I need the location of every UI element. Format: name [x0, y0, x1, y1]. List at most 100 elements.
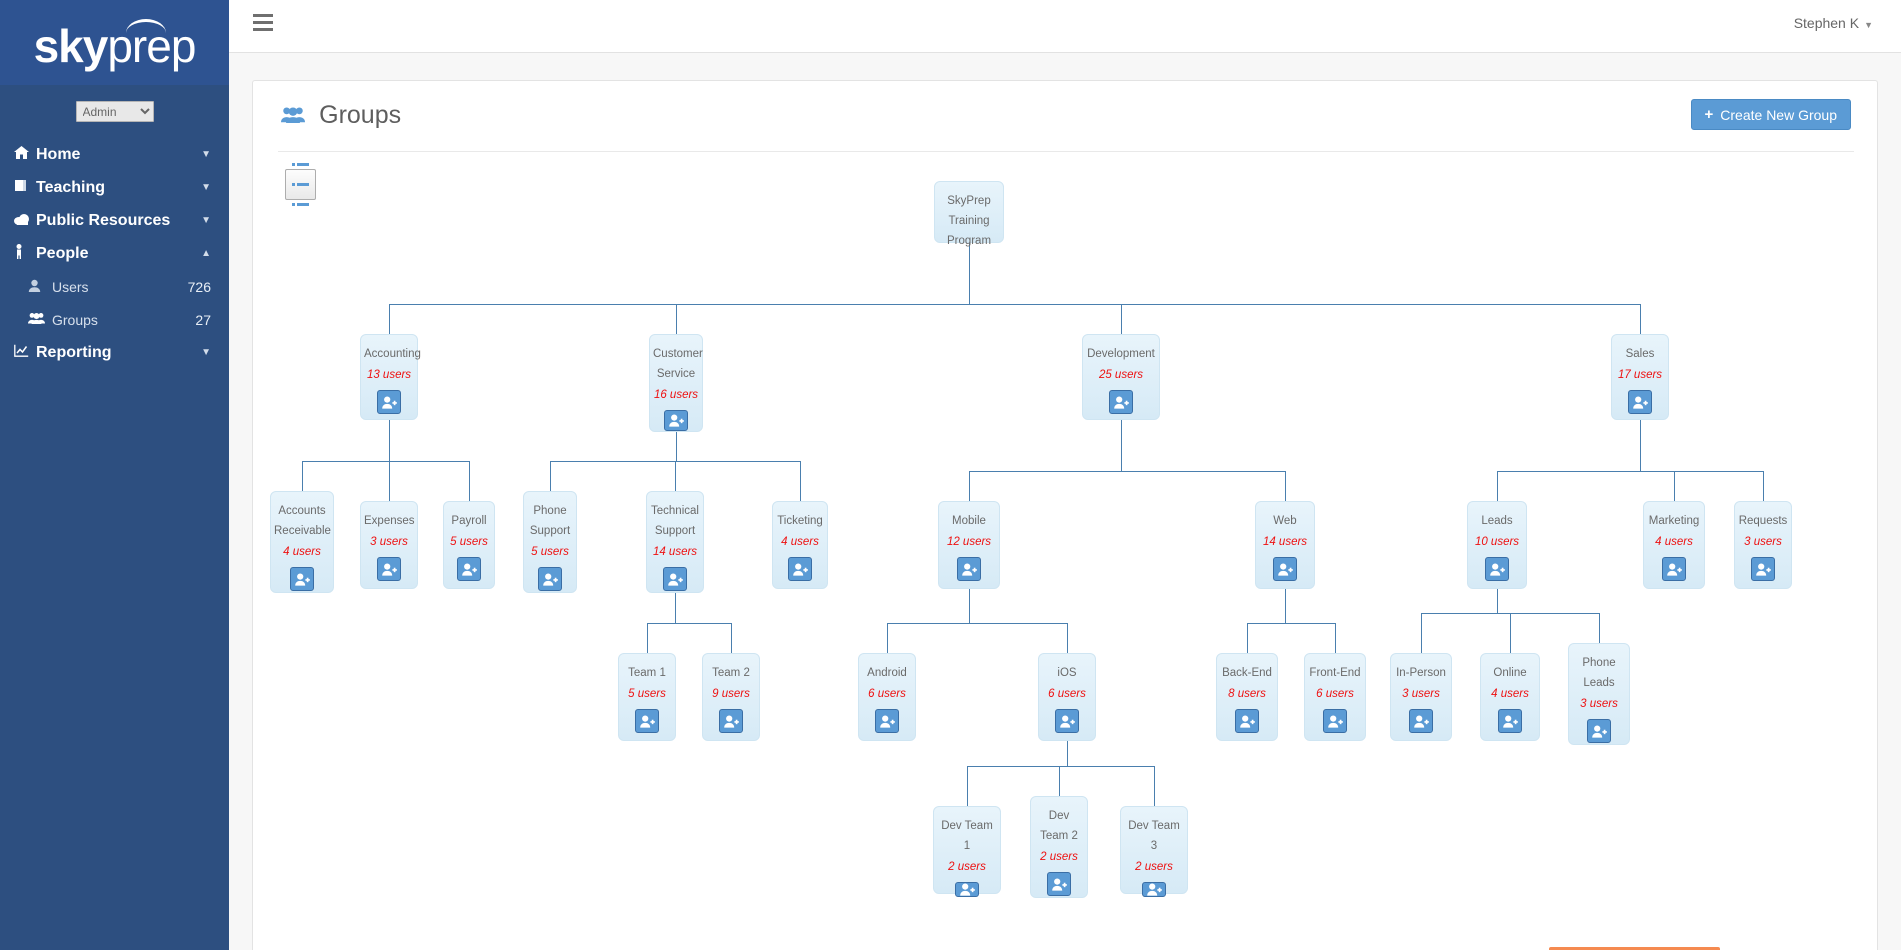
group-node[interactable]: SkyPrep Training Program — [934, 181, 1004, 247]
connector-line — [389, 461, 390, 501]
user-menu[interactable]: Stephen K ▼ — [1794, 15, 1873, 31]
group-node[interactable]: Dev Team 3 2 users — [1120, 806, 1188, 897]
add-user-icon[interactable] — [1109, 390, 1133, 414]
connector-line — [731, 623, 732, 653]
group-node[interactable]: Customer Service 16 users — [649, 334, 703, 432]
group-node[interactable]: Team 2 9 users — [702, 653, 760, 741]
add-user-icon[interactable] — [719, 709, 743, 733]
group-node[interactable]: Web 14 users — [1255, 501, 1315, 589]
group-node[interactable]: Ticketing 4 users — [772, 501, 828, 589]
sidebar-item-groups[interactable]: Groups 27 — [0, 303, 229, 336]
group-node[interactable]: Online 4 users — [1480, 653, 1540, 741]
group-node-name: Accounting — [364, 348, 421, 360]
group-node-name: Online — [1493, 667, 1527, 679]
group-node[interactable]: Phone Support 5 users — [523, 491, 577, 593]
connector-line — [1497, 471, 1763, 472]
group-node-user-count: 2 users — [948, 861, 986, 873]
add-user-icon[interactable] — [1485, 557, 1509, 581]
add-user-icon[interactable] — [538, 567, 562, 591]
user-icon — [28, 279, 52, 295]
logo-sky-text: sky — [33, 19, 109, 72]
group-node[interactable]: Accounts Receivable 4 users — [270, 491, 334, 593]
group-node[interactable]: Requests 3 users — [1734, 501, 1792, 589]
add-user-icon[interactable] — [1235, 709, 1259, 733]
group-node[interactable]: Team 1 5 users — [618, 653, 676, 741]
chevron-up-icon[interactable]: ▲ — [201, 248, 211, 259]
chevron-down-icon[interactable]: ▼ — [201, 149, 211, 160]
sidebar-item-public-resources[interactable]: Public Resources ▼ — [0, 204, 229, 237]
group-node-name: Mobile — [952, 515, 986, 527]
group-node-user-count: 12 users — [946, 536, 992, 548]
group-node[interactable]: Back-End 8 users — [1216, 653, 1278, 741]
add-user-icon[interactable] — [1587, 719, 1611, 743]
chevron-down-icon[interactable]: ▼ — [201, 347, 211, 358]
role-select[interactable]: Admin — [75, 101, 154, 122]
connector-line — [676, 432, 677, 461]
group-node[interactable]: Phone Leads 3 users — [1568, 643, 1630, 745]
group-node[interactable]: Development 25 users — [1082, 334, 1160, 420]
add-user-icon[interactable] — [788, 557, 812, 581]
group-node[interactable]: Expenses 3 users — [360, 501, 418, 589]
add-user-icon[interactable] — [875, 709, 899, 733]
sidebar-item-reporting[interactable]: Reporting ▼ — [0, 336, 229, 369]
group-node[interactable]: Dev Team 1 2 users — [933, 806, 1001, 897]
group-node-name: In-Person — [1396, 667, 1446, 679]
connector-line — [1059, 766, 1060, 796]
group-node-user-count: 2 users — [1135, 861, 1173, 873]
group-node-name: Leads — [1481, 515, 1513, 527]
sidebar-item-teaching[interactable]: Teaching ▼ — [0, 171, 229, 204]
add-user-icon[interactable] — [1323, 709, 1347, 733]
add-user-icon[interactable] — [1662, 557, 1686, 581]
group-node[interactable]: Technical Support 14 users — [646, 491, 704, 593]
group-node[interactable]: Payroll 5 users — [443, 501, 495, 589]
sidebar-item-home-label: Home — [36, 145, 81, 163]
group-node[interactable]: In-Person 3 users — [1390, 653, 1452, 741]
sidebar-item-home[interactable]: Home ▼ — [0, 138, 229, 171]
group-node[interactable]: Leads 10 users — [1467, 501, 1527, 589]
add-user-icon[interactable] — [377, 390, 401, 414]
add-user-icon[interactable] — [663, 567, 687, 591]
group-node-name: Dev Team 2 — [1040, 810, 1078, 842]
add-user-icon[interactable] — [664, 410, 688, 431]
group-node[interactable]: Accounting 13 users — [360, 334, 421, 420]
org-chart: SkyPrep Training Program Accounting 13 use… — [253, 81, 1877, 950]
group-node-user-count: 10 users — [1474, 536, 1520, 548]
hamburger-icon[interactable] — [253, 14, 273, 31]
group-node[interactable]: Android 6 users — [858, 653, 916, 741]
add-user-icon[interactable] — [1409, 709, 1433, 733]
page-root: skyprep Admin Home ▼ Teaching ▼ Public R… — [0, 0, 1901, 950]
chevron-down-icon[interactable]: ▼ — [201, 215, 211, 226]
group-node-name: Front-End — [1309, 667, 1361, 679]
connector-line — [1497, 471, 1498, 501]
group-node[interactable]: Mobile 12 users — [938, 501, 1000, 589]
home-icon — [14, 146, 36, 163]
group-node[interactable]: Dev Team 2 2 users — [1030, 796, 1088, 898]
add-user-icon[interactable] — [1047, 872, 1071, 896]
group-node-user-count: 14 users — [652, 546, 698, 558]
add-user-icon[interactable] — [635, 709, 659, 733]
group-node[interactable]: Sales 17 users — [1611, 334, 1669, 420]
sidebar-item-teaching-label: Teaching — [36, 178, 106, 196]
connector-line — [647, 623, 731, 624]
sidebar-item-users[interactable]: Users 726 — [0, 270, 229, 303]
chevron-down-icon[interactable]: ▼ — [201, 182, 211, 193]
group-node[interactable]: Front-End 6 users — [1304, 653, 1366, 741]
add-user-icon[interactable] — [457, 557, 481, 581]
app-logo[interactable]: skyprep — [0, 0, 229, 85]
sidebar-item-public-resources-label: Public Resources — [36, 211, 171, 229]
group-node-user-count: 3 users — [1744, 536, 1782, 548]
add-user-icon[interactable] — [957, 557, 981, 581]
add-user-icon[interactable] — [1142, 882, 1166, 897]
add-user-icon[interactable] — [1628, 390, 1652, 414]
add-user-icon[interactable] — [1751, 557, 1775, 581]
add-user-icon[interactable] — [1055, 709, 1079, 733]
add-user-icon[interactable] — [1273, 557, 1297, 581]
connector-line — [1510, 613, 1511, 653]
group-node[interactable]: Marketing 4 users — [1643, 501, 1705, 589]
add-user-icon[interactable] — [1498, 709, 1522, 733]
group-node[interactable]: iOS 6 users — [1038, 653, 1096, 741]
add-user-icon[interactable] — [290, 567, 314, 591]
add-user-icon[interactable] — [377, 557, 401, 581]
add-user-icon[interactable] — [955, 882, 979, 897]
sidebar-item-people[interactable]: People ▲ — [0, 237, 229, 270]
